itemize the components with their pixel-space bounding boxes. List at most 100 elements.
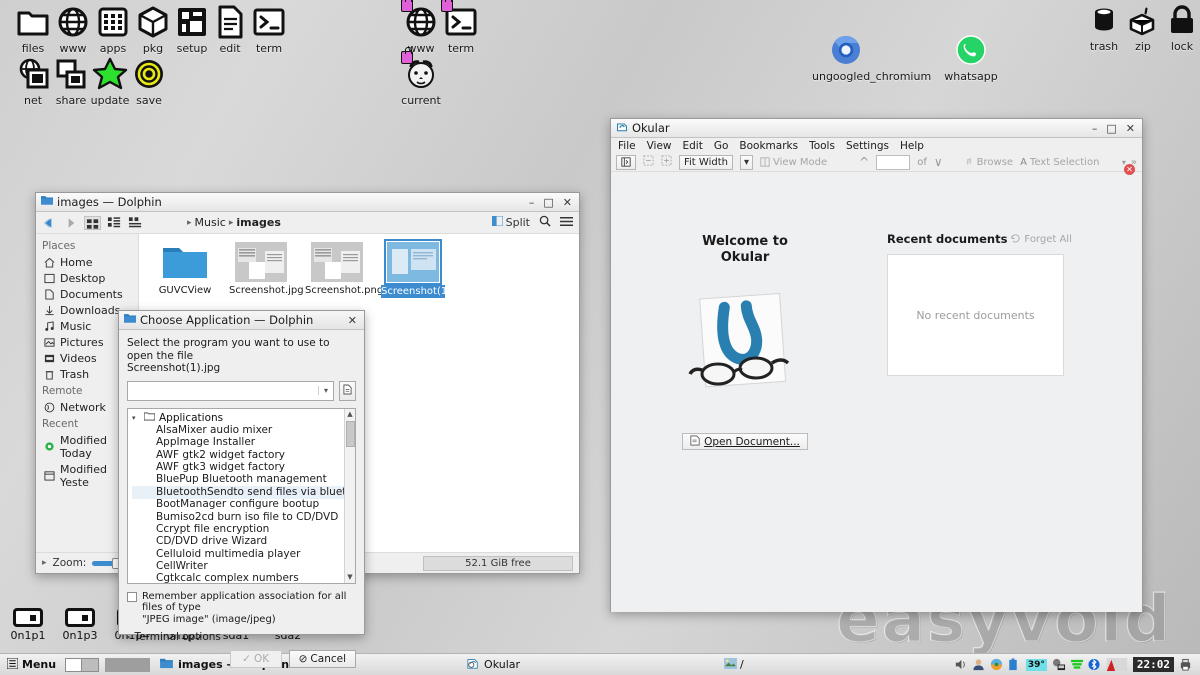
menu-file[interactable]: File: [618, 140, 636, 152]
okular-menubar[interactable]: File View Edit Go Bookmarks Tools Settin…: [611, 138, 1142, 153]
menu-edit[interactable]: Edit: [683, 140, 703, 152]
desktop-icon-whatsapp[interactable]: whatsapp: [940, 32, 1002, 83]
menu-view[interactable]: View: [647, 140, 672, 152]
close-notification-badge[interactable]: ✕: [1124, 164, 1135, 175]
dialog-titlebar[interactable]: Choose Application — Dolphin ✕: [119, 311, 364, 330]
forget-all-icon[interactable]: [1011, 232, 1020, 246]
browse-file-button[interactable]: [339, 380, 356, 401]
app-list-item[interactable]: Cgtkcalc complex numbers: [132, 572, 355, 582]
okular-minimize-button[interactable]: –: [1092, 123, 1098, 134]
icons-view-icon[interactable]: [84, 215, 101, 230]
text-selection-tool-button[interactable]: A Text Selection: [1020, 157, 1099, 168]
chevron-down-icon[interactable]: ∨: [934, 155, 943, 169]
fit-mode-dropdown-arrow[interactable]: ▾: [739, 154, 753, 170]
graph-icon[interactable]: [1106, 658, 1128, 671]
sidebar-toggle-icon[interactable]: [616, 154, 636, 170]
back-icon[interactable]: [42, 216, 57, 230]
chevron-down-icon[interactable]: ▾: [318, 386, 333, 395]
app-list-item[interactable]: AlsaMixer audio mixer: [132, 424, 355, 437]
forget-all-link[interactable]: Forget All: [1024, 234, 1071, 245]
desktop-icon-save[interactable]: save: [118, 56, 180, 107]
drive-icon-0n1p1[interactable]: 0n1p1: [6, 608, 50, 642]
fit-mode-select[interactable]: Fit Width: [679, 154, 733, 170]
details-view-icon[interactable]: [128, 216, 143, 230]
breadcrumb[interactable]: ▸ Music ▸ images: [187, 216, 281, 229]
battery-icon[interactable]: [1008, 658, 1021, 671]
dolphin-minimize-button[interactable]: –: [529, 197, 535, 208]
page-number-input[interactable]: [876, 154, 911, 170]
dolphin-titlebar[interactable]: images — Dolphin – □ ✕: [36, 193, 579, 212]
dolphin-close-button[interactable]: ✕: [563, 197, 572, 208]
drive-icon-0n1p3[interactable]: 0n1p3: [58, 608, 102, 642]
start-menu-button[interactable]: Menu: [4, 657, 59, 672]
sidebar-item-desktop[interactable]: Desktop: [36, 270, 138, 286]
okular-close-button[interactable]: ✕: [1126, 123, 1135, 134]
desktop-icon-term[interactable]: term: [238, 4, 300, 55]
sidebar-item-documents[interactable]: Documents: [36, 286, 138, 302]
dolphin-maximize-button[interactable]: □: [543, 197, 553, 208]
dialog-close-button[interactable]: ✕: [348, 315, 357, 326]
choose-application-dialog[interactable]: Choose Application — Dolphin ✕ Select th…: [118, 310, 365, 668]
printer-icon[interactable]: [1179, 658, 1192, 671]
desktop-icon-ungoogled-chromium[interactable]: ungoogled_chromium: [812, 32, 931, 83]
app-list-item[interactable]: Celluloid multimedia player: [132, 548, 355, 560]
app-list-item[interactable]: CellWriter: [132, 560, 355, 573]
network-icon[interactable]: [1052, 658, 1065, 671]
forward-icon[interactable]: [63, 216, 78, 230]
scroll-up-arrow-icon[interactable]: ▲: [345, 409, 355, 420]
application-list[interactable]: ▾ Applications AlsaMixer audio mixer App…: [127, 407, 356, 584]
menu-go[interactable]: Go: [714, 140, 729, 152]
app-list-item[interactable]: AWF gtk3 widget factory: [132, 461, 355, 474]
app-list-item[interactable]: CD/DVD drive Wizard: [132, 535, 355, 548]
app-list-item[interactable]: Ccrypt file encryption: [132, 523, 355, 536]
app-list-item[interactable]: Bumiso2cd burn iso file to CD/DVD: [132, 511, 355, 523]
bluetooth-icon[interactable]: [1088, 658, 1101, 671]
remember-association-row[interactable]: Remember application association for all…: [127, 591, 356, 626]
updates-icon[interactable]: [1070, 658, 1083, 671]
terminal-options-toggle[interactable]: ▸ Terminal options: [127, 631, 356, 643]
ok-button[interactable]: ✓ OK: [229, 650, 282, 668]
menu-bookmarks[interactable]: Bookmarks: [739, 140, 798, 152]
system-tray[interactable]: 39° 22:02: [954, 657, 1196, 672]
search-icon[interactable]: [539, 215, 551, 230]
sidebar-item-home[interactable]: Home: [36, 254, 138, 270]
statusbar-collapse-icon[interactable]: ▸: [42, 558, 47, 568]
chevron-right-icon[interactable]: ▸: [127, 633, 131, 641]
browse-tool-button[interactable]: Browse: [964, 157, 1013, 168]
temperature-badge[interactable]: 39°: [1025, 658, 1047, 671]
chevron-up-icon[interactable]: ^: [859, 155, 869, 169]
desktop-icon-lock[interactable]: lock: [1151, 2, 1200, 53]
zoom-in-icon[interactable]: [661, 155, 672, 169]
okular-titlebar[interactable]: Okular – □ ✕: [611, 119, 1142, 138]
menu-settings[interactable]: Settings: [846, 140, 889, 152]
desktop-icon-current[interactable]: current: [390, 47, 452, 107]
path-indicator[interactable]: /: [724, 657, 744, 672]
desktop-icon-term-locked[interactable]: term: [430, 0, 492, 55]
remember-association-checkbox[interactable]: [127, 591, 137, 602]
zoom-out-icon[interactable]: [643, 155, 654, 169]
split-button[interactable]: Split: [491, 215, 530, 229]
workspace-1[interactable]: [66, 658, 83, 671]
breadcrumb-item-images[interactable]: images: [236, 216, 281, 229]
okular-maximize-button[interactable]: □: [1106, 123, 1116, 134]
scroll-down-arrow-icon[interactable]: ▼: [345, 572, 355, 583]
scrollbar-thumb[interactable]: [346, 420, 355, 447]
file-item-guvcview[interactable]: GUVCView: [153, 242, 217, 298]
file-item-screenshot-jpg[interactable]: Screenshot.jpg: [229, 242, 304, 298]
taskbar-item-okular[interactable]: Okular: [463, 656, 528, 673]
menu-tools[interactable]: Tools: [809, 140, 835, 152]
okular-toolbar[interactable]: Fit Width ▾ View Mode ^ of ∨ Browse A Te…: [611, 153, 1142, 172]
dolphin-toolbar[interactable]: ▸ Music ▸ images Split: [36, 212, 579, 234]
application-list-scrollbar[interactable]: ▲ ▼: [344, 408, 355, 583]
compact-view-icon[interactable]: [107, 216, 122, 230]
hamburger-icon[interactable]: [560, 216, 573, 230]
app-list-item[interactable]: AppImage Installer: [132, 436, 355, 449]
breadcrumb-item-music[interactable]: Music: [195, 216, 226, 229]
file-item-screenshot-png[interactable]: Screenshot.png: [305, 242, 383, 298]
app-list-item[interactable]: BootManager configure bootup: [132, 498, 355, 511]
file-item-screenshot-1-jpg[interactable]: Screenshot(1).jpg: [381, 239, 470, 298]
menu-help[interactable]: Help: [900, 140, 924, 152]
application-combobox[interactable]: ▾: [127, 380, 334, 401]
app-list-item[interactable]: BluePup Bluetooth management: [132, 473, 355, 486]
palette-icon[interactable]: [990, 658, 1003, 671]
